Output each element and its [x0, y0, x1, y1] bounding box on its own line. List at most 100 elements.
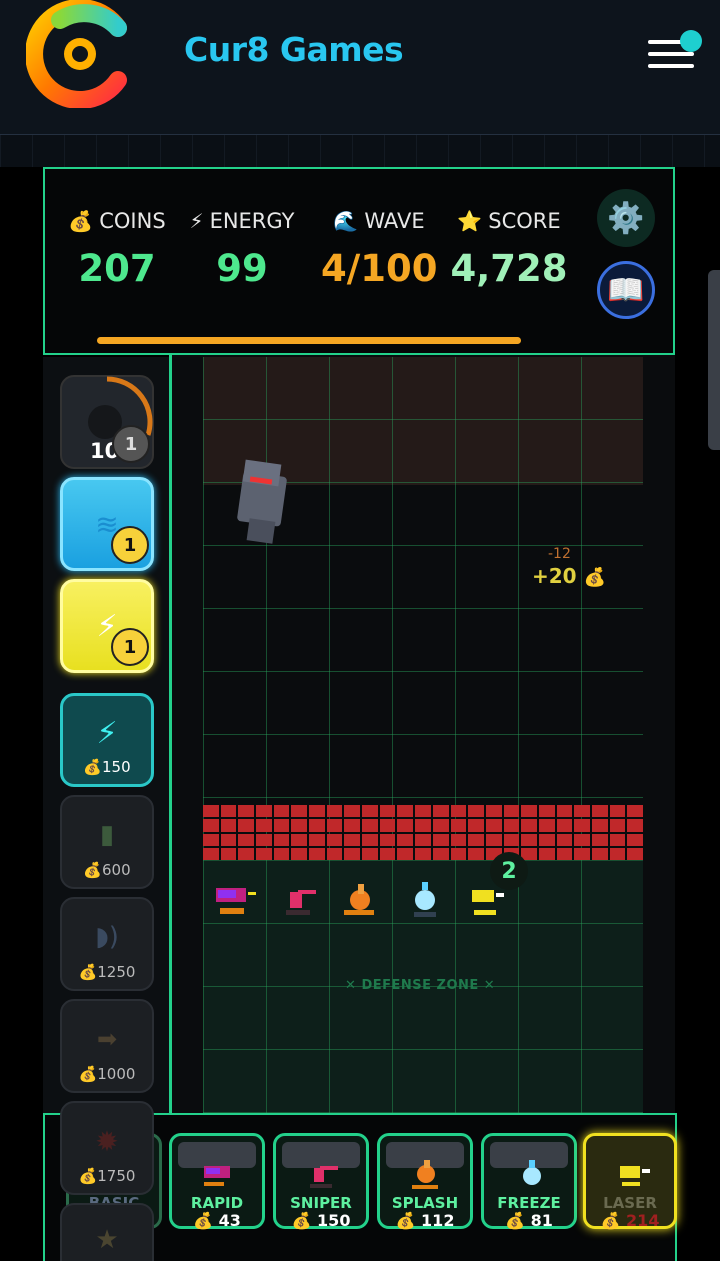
defense-zone-text: DEFENSE ZONE [361, 978, 479, 993]
tower-card-rapid[interactable]: RAPID 💰 43 [169, 1133, 265, 1230]
burst-icon: ✹ [95, 1124, 119, 1158]
powerup-burst[interactable]: ✹ 💰1750 [60, 1101, 154, 1195]
brick [503, 805, 520, 818]
brick [468, 833, 484, 846]
money-bag-icon: 💰 [78, 1167, 98, 1185]
brick [538, 819, 555, 832]
brick [273, 833, 290, 846]
wave-label: WAVE [364, 209, 425, 233]
splash-tower-icon[interactable] [340, 880, 384, 920]
brick [503, 819, 520, 832]
brick [309, 819, 325, 832]
tower-card-sniper[interactable]: SNIPER 💰 150 [273, 1133, 369, 1230]
brick [432, 805, 449, 818]
brick [326, 847, 343, 860]
brick [556, 833, 573, 846]
tower-name: SNIPER [290, 1194, 352, 1212]
tower-card-splash[interactable]: SPLASH 💰 112 [377, 1133, 473, 1230]
powerup-dash[interactable]: ➡ 💰1000 [60, 999, 154, 1093]
brick [203, 819, 219, 832]
reward-amount: +20 [532, 564, 577, 588]
brick [220, 805, 237, 818]
powerup-cost: 1000 [97, 1065, 136, 1083]
powerup-sonic[interactable]: ◗) 💰1250 [60, 897, 154, 991]
brick [591, 805, 608, 818]
brick [556, 847, 573, 860]
brick [432, 833, 449, 846]
sniper-tower-icon[interactable] [278, 880, 322, 920]
app-header: Cur8 Games [0, 0, 720, 135]
brick [291, 819, 308, 832]
brick [432, 819, 449, 832]
money-bag-icon: 💰 [600, 1211, 621, 1230]
gear-icon: ⚙️ [607, 200, 645, 236]
brick [220, 847, 237, 860]
energy-label: ENERGY [209, 209, 295, 233]
brick [415, 833, 431, 846]
powerup-cost: 600 [102, 861, 131, 879]
powerup-badge: 1 [111, 526, 149, 564]
cur8-logo[interactable] [26, 0, 134, 108]
brick [256, 805, 272, 818]
tower-card-laser[interactable]: LASER 💰 214 [583, 1133, 677, 1230]
brick [538, 847, 555, 860]
brick [291, 833, 308, 846]
brick [256, 819, 272, 832]
brick [238, 833, 255, 846]
brick [379, 833, 396, 846]
powerup-badge: 1 [112, 425, 150, 463]
brick [326, 833, 343, 846]
robot-enemy [232, 459, 292, 544]
settings-button[interactable]: ⚙️ [597, 189, 655, 247]
powerup-heal-lightning[interactable]: ⚡ 1 [60, 579, 154, 673]
rapid-tower-icon [204, 1166, 230, 1186]
side-drawer-handle[interactable] [708, 270, 720, 450]
money-bag-icon: 💰 [83, 758, 103, 776]
powerup-cost: 150 [102, 758, 131, 776]
tower-price: 81 [530, 1211, 553, 1230]
rapid-tower-icon[interactable] [214, 880, 258, 920]
brick [627, 833, 643, 846]
powerup-lightning[interactable]: ⚡ 💰150 [60, 693, 154, 787]
reward-popup: +20 💰 [532, 564, 606, 588]
brick [309, 805, 325, 818]
brick [609, 847, 626, 860]
brick [203, 805, 219, 818]
energy-value: 99 [216, 247, 268, 290]
brick [609, 833, 626, 846]
cross-icon: ✕ [345, 978, 357, 993]
brick [521, 833, 537, 846]
brick-wall [203, 805, 643, 860]
brick [309, 847, 325, 860]
powerup-star[interactable]: ★ [60, 1203, 154, 1261]
brick [556, 819, 573, 832]
freeze-tower-icon[interactable] [404, 880, 448, 920]
brick [238, 805, 255, 818]
guide-button[interactable]: 📖 [597, 261, 655, 319]
tower-name: SPLASH [391, 1194, 459, 1212]
header-subbar [0, 135, 720, 167]
brick [256, 833, 272, 846]
powerup-water[interactable]: ≋ 1 [60, 477, 154, 571]
powerup-bomb[interactable]: 10 1 [60, 375, 154, 469]
brick [574, 847, 590, 860]
money-bag-icon: 💰 [505, 1211, 526, 1230]
tower-price: 214 [626, 1211, 660, 1230]
wave-icon: 🌊 [333, 209, 359, 233]
powerup-battery[interactable]: ▮ 💰600 [60, 795, 154, 889]
brick [379, 805, 396, 818]
stats-panel: 💰 COINS 207 ⚡ ENERGY 99 🌊 WAVE 4/100 ⭐ SCORE… [43, 167, 675, 355]
enemy-leg [246, 518, 276, 544]
brick [591, 819, 608, 832]
hamburger-menu-button[interactable] [646, 30, 706, 74]
cross-icon: ✕ [483, 978, 496, 993]
tower-card-freeze[interactable]: FREEZE 💰 81 [481, 1133, 577, 1230]
brick [203, 833, 219, 846]
laser-tower-icon[interactable] [468, 880, 512, 920]
brick [485, 833, 502, 846]
menu-bar [648, 64, 694, 68]
tower-price: 112 [421, 1211, 455, 1230]
brick [326, 805, 343, 818]
powerup-badge: 1 [111, 628, 149, 666]
brick [627, 805, 643, 818]
